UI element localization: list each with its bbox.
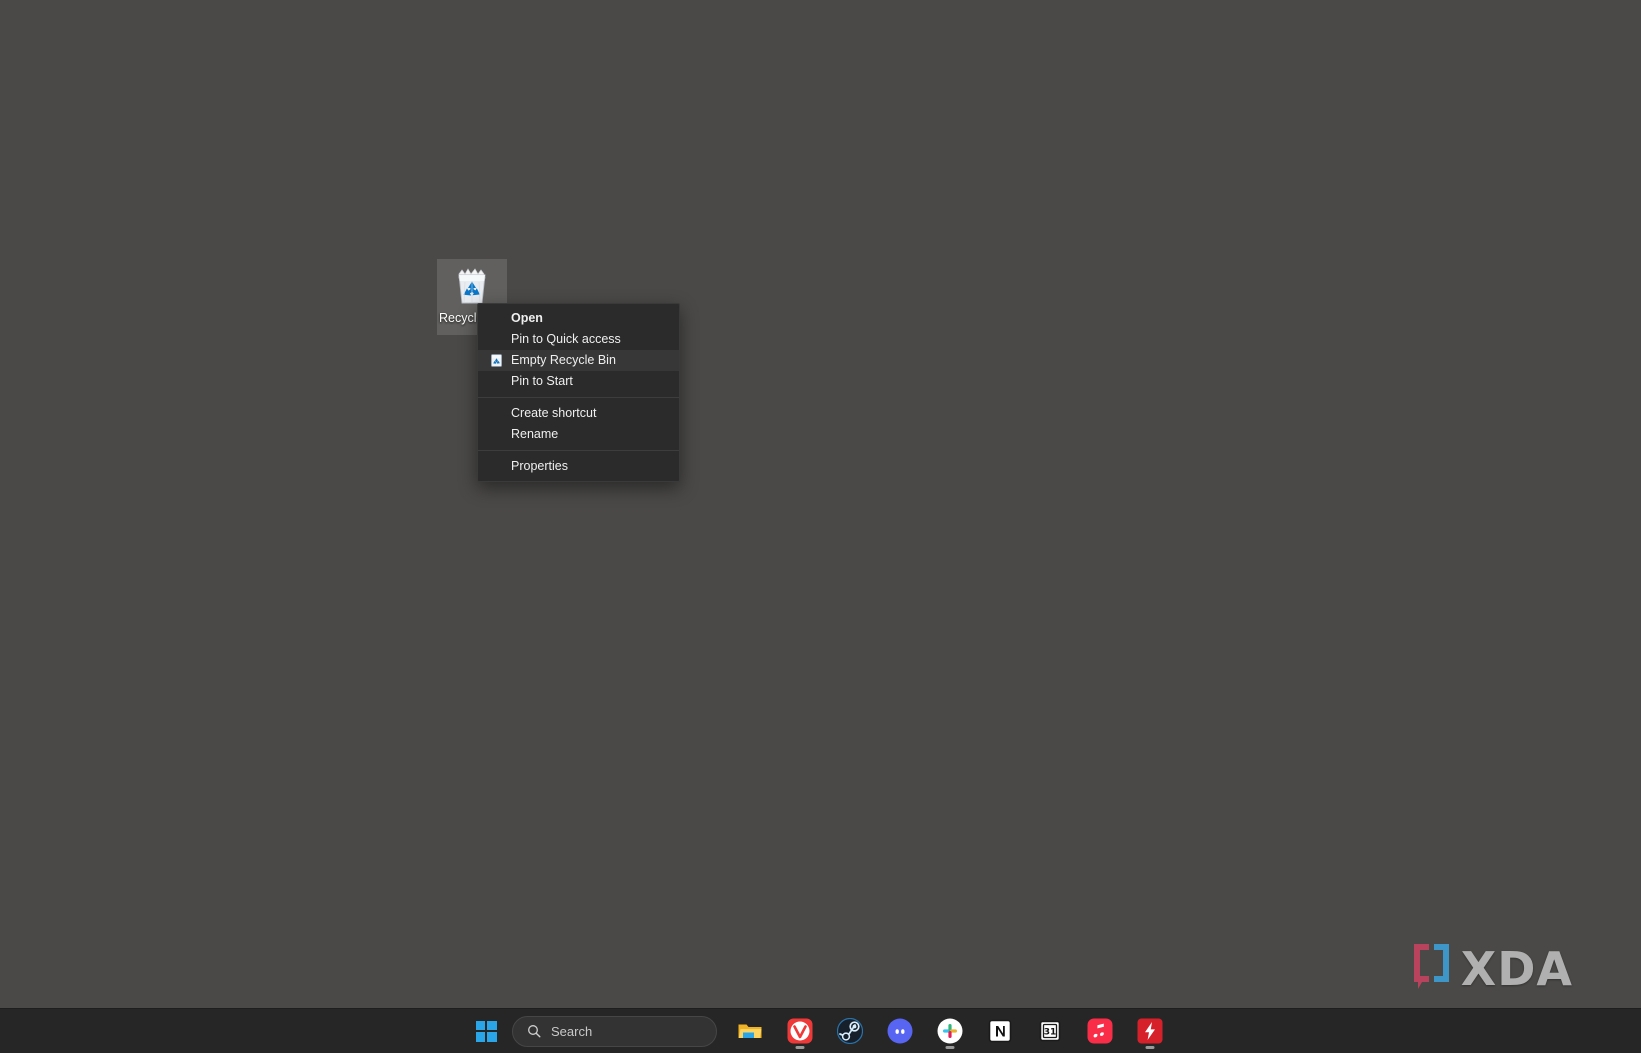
search-placeholder: Search xyxy=(551,1023,593,1039)
context-menu-group-2: Create shortcut Rename xyxy=(478,403,679,445)
menu-item-label: Rename xyxy=(511,427,559,441)
menu-item-pin-to-quick-access[interactable]: Pin to Quick access xyxy=(478,329,679,350)
xda-wordmark: XDA xyxy=(1460,941,1573,996)
lightning-bolt-icon xyxy=(1137,1018,1163,1044)
taskbar-app-file-explorer[interactable] xyxy=(730,1011,770,1051)
slack-icon xyxy=(937,1018,963,1044)
notion-icon xyxy=(987,1018,1013,1044)
menu-item-label: Properties xyxy=(511,459,568,473)
context-menu[interactable]: Open Pin to Quick access Empty Recycle B… xyxy=(477,303,680,482)
recycle-bin-small-icon xyxy=(489,353,504,368)
xda-watermark: XDA xyxy=(1412,942,1573,995)
windows-logo-icon xyxy=(475,1020,497,1042)
start-button[interactable] xyxy=(466,1011,506,1051)
taskbar-center-group: Search 31 xyxy=(466,1011,1175,1051)
menu-separator xyxy=(478,397,679,398)
taskbar-app-notion[interactable] xyxy=(980,1011,1020,1051)
menu-item-label: Open xyxy=(511,311,543,325)
taskbar-app-steam[interactable] xyxy=(830,1011,870,1051)
running-indicator xyxy=(945,1046,955,1049)
menu-item-open[interactable]: Open xyxy=(478,308,679,329)
menu-separator xyxy=(478,450,679,451)
taskbar[interactable]: Search 31 xyxy=(0,1008,1641,1053)
menu-item-label: Pin to Quick access xyxy=(511,332,621,346)
menu-item-rename[interactable]: Rename xyxy=(478,424,679,445)
menu-item-empty-recycle-bin[interactable]: Empty Recycle Bin xyxy=(478,350,679,371)
steam-icon xyxy=(836,1017,864,1045)
taskbar-app-vivaldi[interactable] xyxy=(780,1011,820,1051)
taskbar-app-apple-music[interactable] xyxy=(1080,1011,1120,1051)
calendar-icon: 31 xyxy=(1037,1018,1063,1044)
recycle-bin-full-icon xyxy=(449,262,495,308)
menu-item-pin-to-start[interactable]: Pin to Start xyxy=(478,371,679,392)
taskbar-app-slack[interactable] xyxy=(930,1011,970,1051)
menu-item-label: Create shortcut xyxy=(511,406,597,420)
discord-icon xyxy=(887,1018,913,1044)
menu-item-label: Pin to Start xyxy=(511,374,573,388)
music-note-icon xyxy=(1087,1018,1113,1044)
menu-item-label: Empty Recycle Bin xyxy=(511,353,616,367)
vivaldi-icon xyxy=(787,1018,813,1044)
search-icon xyxy=(527,1024,541,1038)
running-indicator xyxy=(1145,1046,1155,1049)
context-menu-group-3: Properties xyxy=(478,456,679,477)
desktop[interactable]: Recycle Bin Open Pin to Quick access Emp… xyxy=(0,0,1641,1053)
running-indicator xyxy=(795,1046,805,1049)
menu-item-create-shortcut[interactable]: Create shortcut xyxy=(478,403,679,424)
context-menu-group-1: Open Pin to Quick access Empty Recycle B… xyxy=(478,308,679,392)
taskbar-app-bolt[interactable] xyxy=(1130,1011,1170,1051)
taskbar-app-discord[interactable] xyxy=(880,1011,920,1051)
folder-icon xyxy=(737,1018,763,1044)
taskbar-app-calendar[interactable]: 31 xyxy=(1030,1011,1070,1051)
menu-item-properties[interactable]: Properties xyxy=(478,456,679,477)
xda-bracket-icon xyxy=(1412,942,1452,995)
search-input[interactable]: Search xyxy=(512,1015,717,1047)
svg-text:31: 31 xyxy=(1044,1028,1057,1038)
